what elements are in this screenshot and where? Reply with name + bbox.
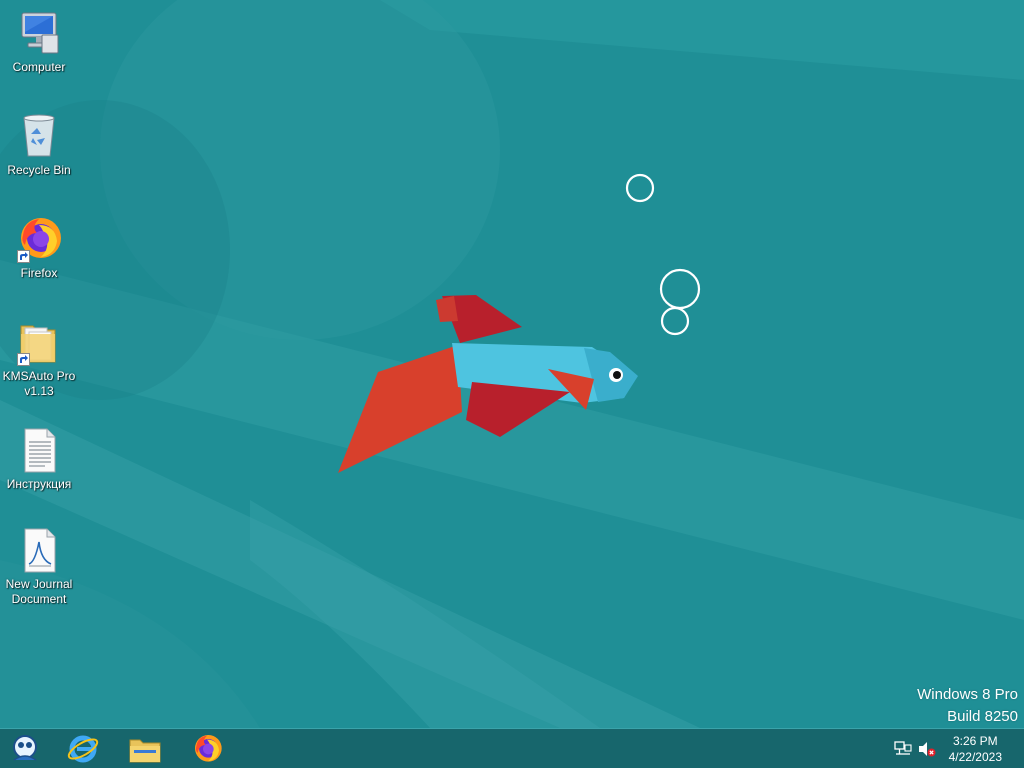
firefox-icon <box>195 735 222 762</box>
shortcut-arrow-icon <box>17 353 30 366</box>
internet-explorer-icon <box>67 735 99 763</box>
windows-build-watermark: Windows 8 Pro Build 8250 <box>917 684 1018 728</box>
start-button[interactable] <box>0 731 50 767</box>
desktop-icon-label: Computer <box>12 60 66 74</box>
taskbar-firefox-button[interactable] <box>182 731 232 767</box>
watermark-build: Build 8250 <box>947 708 1018 725</box>
desktop-icon-label: New Journal Document <box>5 577 73 606</box>
text-document-icon <box>15 426 63 474</box>
taskbar: 3:26 PM 4/22/2023 <box>0 728 1024 768</box>
desktop-icon-firefox[interactable]: Firefox <box>0 215 78 281</box>
clock-date: 4/22/2023 <box>948 750 1002 764</box>
desktop-icon-kmsauto[interactable]: KMSAuto Pro v1.13 <box>0 318 78 399</box>
folder-icon <box>15 318 63 366</box>
system-tray: 3:26 PM 4/22/2023 <box>884 729 1024 768</box>
desktop-icon-label: Recycle Bin <box>7 163 71 177</box>
desktop-icon-new-journal-document[interactable]: New Journal Document <box>0 526 78 607</box>
desktop-icon-label: Firefox <box>20 266 58 280</box>
desktop-icon-computer[interactable]: Computer <box>0 9 78 75</box>
desktop-icon-label: Инструкция <box>6 477 72 491</box>
volume-muted-icon[interactable] <box>918 741 936 757</box>
firefox-icon <box>15 215 63 263</box>
watermark-edition: Windows 8 Pro <box>917 686 1018 703</box>
journal-document-icon <box>15 526 63 574</box>
desktop-wallpaper <box>0 0 1024 728</box>
taskbar-file-explorer-button[interactable] <box>120 731 170 767</box>
computer-icon <box>15 9 63 57</box>
start-icon <box>13 735 37 761</box>
taskbar-internet-explorer-button[interactable] <box>58 731 108 767</box>
network-icon[interactable] <box>894 741 912 757</box>
clock-time: 3:26 PM <box>952 734 998 748</box>
file-explorer-icon <box>129 739 161 763</box>
taskbar-clock[interactable]: 3:26 PM 4/22/2023 <box>949 733 1002 765</box>
shortcut-arrow-icon <box>17 250 30 263</box>
recycle-bin-icon <box>15 112 63 160</box>
desktop-icon-instruktsiya[interactable]: Инструкция <box>0 426 78 492</box>
desktop-icon-recycle-bin[interactable]: Recycle Bin <box>0 112 78 178</box>
desktop-icon-label: KMSAuto Pro v1.13 <box>2 369 76 398</box>
